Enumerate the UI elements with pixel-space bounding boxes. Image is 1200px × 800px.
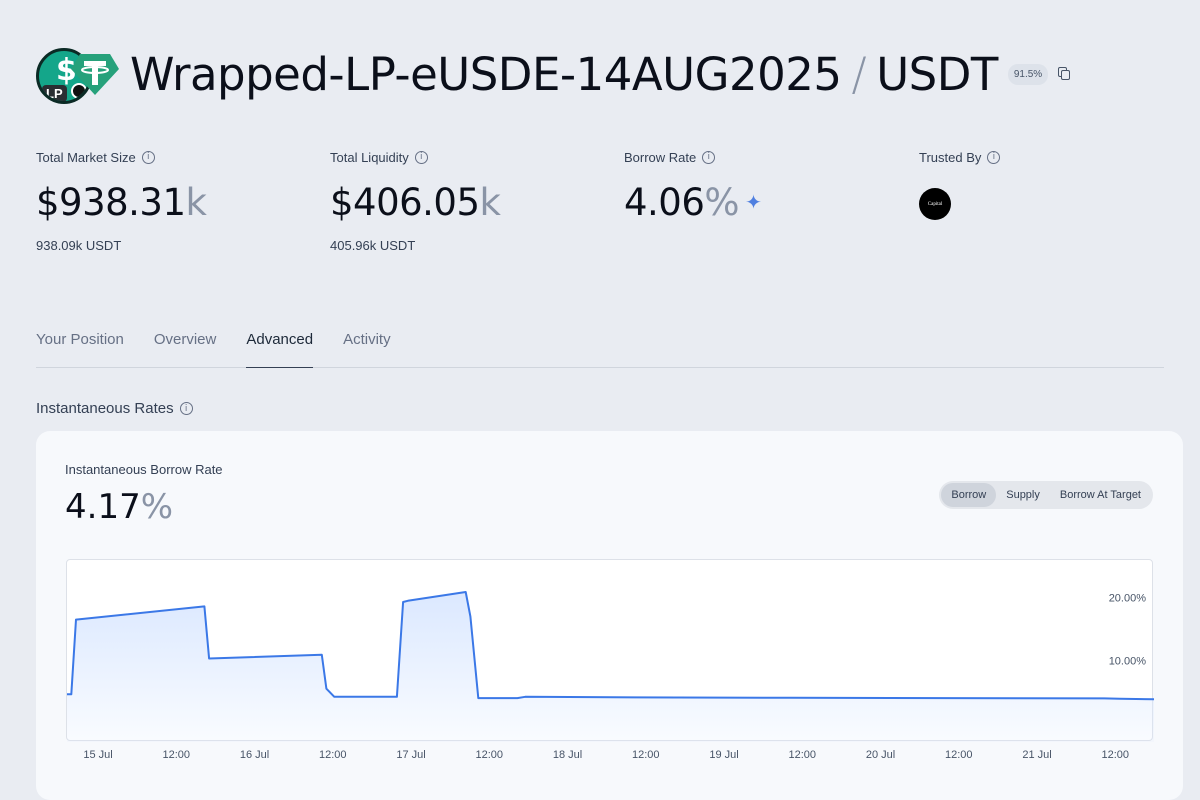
market-stats: Total Market Size i $938.31 k 938.09k USDT… <box>36 148 1166 258</box>
market-logos: $ LP <box>36 44 122 104</box>
sparkle-icon[interactable]: ✦ <box>745 190 762 214</box>
stat-total-liquidity: Total Liquidity i $406.05 k 405.96k USDT <box>330 148 590 254</box>
toggle-supply[interactable]: Supply <box>996 483 1050 507</box>
stat-borrow-rate: Borrow Rate i 4.06% ✦ <box>624 148 884 224</box>
x-tick-label: 18 Jul <box>552 749 583 761</box>
stat-unit: % <box>704 180 740 224</box>
stat-trusted-by: Trusted By i Capital <box>919 148 1179 220</box>
loan-symbol: USDT <box>876 47 998 101</box>
tab-activity[interactable]: Activity <box>343 326 391 368</box>
stat-value: $938.31 k <box>36 180 296 224</box>
info-icon[interactable]: i <box>987 150 1001 164</box>
x-tick-label: 12:00 <box>631 749 660 761</box>
tab-your-position[interactable]: Your Position <box>36 326 124 368</box>
y-tick-label: 20.00% <box>1109 593 1147 605</box>
info-icon[interactable]: i <box>414 150 428 164</box>
collateral-symbol: Wrapped-LP-eUSDE-14AUG2025 <box>130 47 842 101</box>
info-icon[interactable]: i <box>702 150 716 164</box>
stat-subvalue: 938.09k USDT <box>36 238 122 253</box>
rate-label: Instantaneous Borrow Rate <box>65 462 223 477</box>
rate-area <box>67 592 1154 742</box>
x-tick-label: 12:00 <box>475 749 504 761</box>
market-tabs: Your Position Overview Advanced Activity <box>36 326 1164 368</box>
market-header: $ LP Wrapped-LP-eUSDE-14AUG2025/USDT 91.… <box>36 44 1072 104</box>
tab-advanced[interactable]: Advanced <box>246 326 314 368</box>
rate-number: 4.17 <box>65 487 141 527</box>
stat-value: 4.06% ✦ <box>624 180 884 224</box>
rate-unit: % <box>140 487 174 527</box>
curator-logo[interactable]: Capital <box>919 188 951 220</box>
x-tick-label: 12:00 <box>162 749 191 761</box>
section-title-instantaneous-rates: Instantaneous Rates i <box>36 400 193 417</box>
stat-number: $406.05 <box>330 180 480 224</box>
info-icon[interactable]: i <box>141 150 155 164</box>
x-tick-label: 12:00 <box>318 749 347 761</box>
x-tick-label: 19 Jul <box>709 749 739 761</box>
copy-icon[interactable] <box>1056 66 1072 82</box>
lp-badge: LP <box>42 85 67 101</box>
usdt-logo-icon <box>71 54 119 95</box>
x-tick-label: 21 Jul <box>1022 749 1052 761</box>
stat-label: Total Liquidity <box>330 149 409 165</box>
stat-number: $938.31 <box>36 180 186 224</box>
x-tick-label: 12:00 <box>788 749 817 761</box>
x-tick-label: 15 Jul <box>83 749 113 761</box>
y-tick-label: 10.00% <box>1109 655 1147 667</box>
rates-card: Instantaneous Borrow Rate 4.17% Borrow S… <box>36 431 1183 800</box>
x-axis-labels: 15 Jul 12:00 16 Jul 12:00 17 Jul 12:00 18 Jul 1… <box>66 749 1153 769</box>
toggle-borrow[interactable]: Borrow <box>941 483 997 507</box>
pair-separator: / <box>851 47 867 101</box>
x-tick-label: 20 Jul <box>865 749 896 761</box>
lltv-badge: 91.5% <box>1007 63 1049 85</box>
stat-label: Total Market Size <box>36 149 136 165</box>
stat-label: Borrow Rate <box>624 149 697 165</box>
stat-number: 4.06 <box>624 180 705 224</box>
x-tick-label: 12:00 <box>1101 749 1130 761</box>
info-icon[interactable]: i <box>179 402 193 415</box>
section-title-text: Instantaneous Rates <box>36 400 174 417</box>
rate-type-toggle: Borrow Supply Borrow At Target <box>939 481 1153 509</box>
x-tick-label: 16 Jul <box>239 749 270 761</box>
rate-chart[interactable]: 20.00% 10.00% <box>66 559 1154 742</box>
stat-value: $406.05 k <box>330 180 590 224</box>
rate-chart-svg: 20.00% 10.00% <box>67 591 1154 742</box>
market-title: Wrapped-LP-eUSDE-14AUG2025/USDT <box>130 48 998 101</box>
tab-overview[interactable]: Overview <box>154 326 217 368</box>
stat-unit: k <box>185 180 207 224</box>
x-tick-label: 17 Jul <box>396 749 426 761</box>
stat-label: Trusted By <box>919 149 982 165</box>
stat-unit: k <box>479 180 501 224</box>
x-tick-label: 12:00 <box>944 749 973 761</box>
rate-value: 4.17% <box>65 487 173 527</box>
toggle-borrow-at-target[interactable]: Borrow At Target <box>1050 483 1151 507</box>
stat-total-market-size: Total Market Size i $938.31 k 938.09k USDT <box>36 148 296 254</box>
stat-subvalue: 405.96k USDT <box>330 238 416 253</box>
